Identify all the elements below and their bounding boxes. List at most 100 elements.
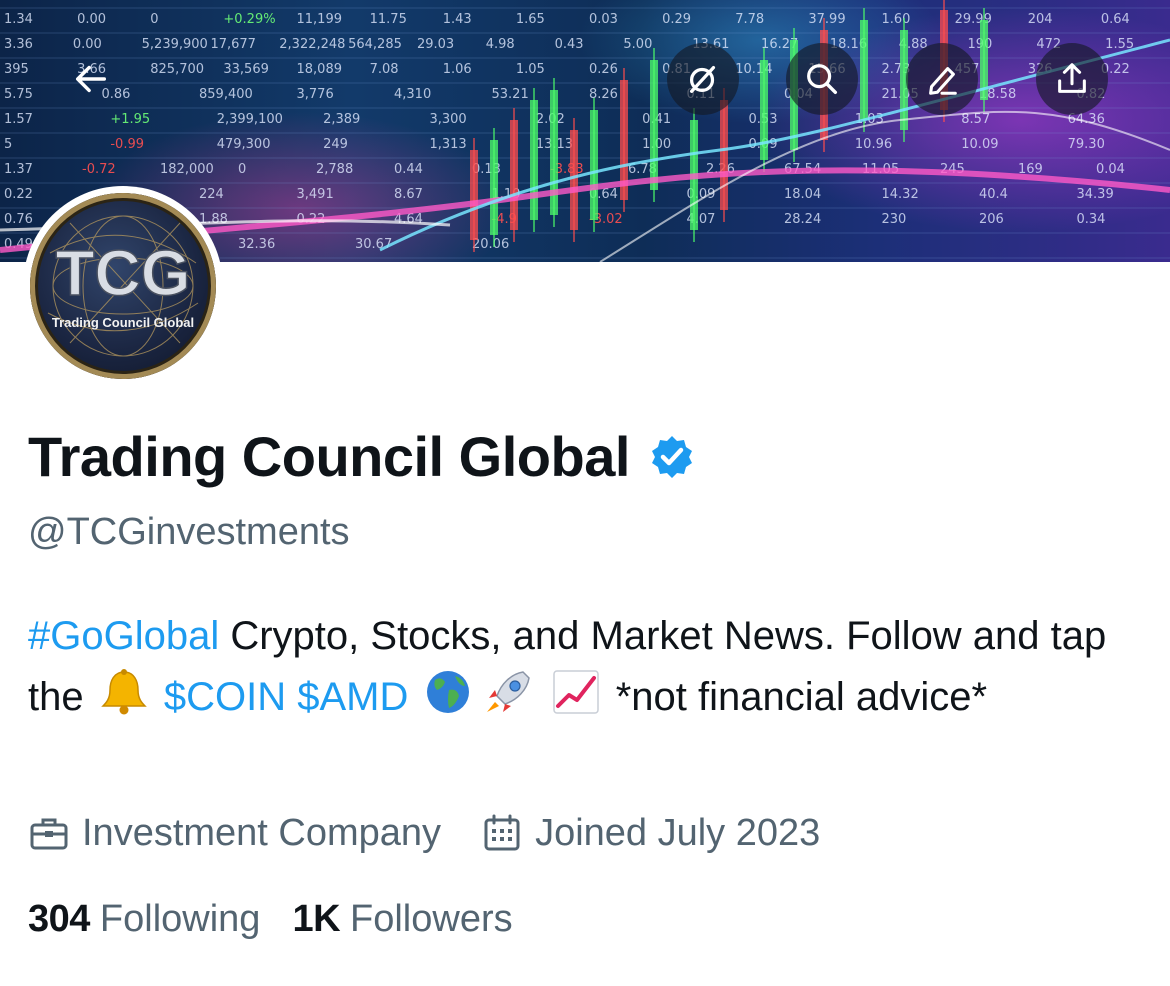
banner-ticker-value: 33,569: [223, 62, 269, 77]
share-icon: [1058, 63, 1086, 93]
banner-ticker-value: 0.03: [589, 12, 618, 27]
chart-increasing-emoji: [549, 668, 603, 716]
edit-icon: [929, 67, 957, 95]
category-label: Investment Company: [82, 812, 442, 854]
banner-ticker-value: 182,000: [160, 162, 214, 177]
profile-bio: #GoGlobal Crypto, Stocks, and Market New…: [28, 606, 1138, 728]
share-button[interactable]: [1036, 43, 1108, 115]
banner-ticker-value: 0.29: [662, 12, 691, 27]
banner-ticker-value: 825,700: [150, 62, 204, 77]
banner-ticker-value: 0.44: [394, 162, 423, 177]
banner-ticker-value: 5: [4, 137, 12, 152]
banner-ticker-value: 18,089: [297, 62, 343, 77]
banner-ticker-value: 204: [1028, 12, 1053, 27]
banner-ticker-value: 0.00: [77, 12, 106, 27]
banner-ticker-value: 0.26: [589, 62, 618, 77]
grok-button[interactable]: [667, 43, 739, 115]
banner-ticker-value: 14.32: [882, 187, 919, 202]
banner-ticker-value: 859,400: [199, 87, 253, 102]
calendar-icon: [484, 814, 520, 850]
banner-ticker-value: 53.21: [492, 87, 529, 102]
banner-ticker-value: 37.99: [808, 12, 845, 27]
banner-ticker-value: 2,389: [323, 112, 360, 127]
banner-ticker-value: 1,313: [429, 137, 466, 152]
banner-ticker-value: 4.98: [486, 37, 515, 52]
edit-button[interactable]: [906, 43, 978, 115]
banner-ticker-value: +1.95: [110, 112, 150, 127]
search-icon: [807, 64, 838, 95]
banner-ticker-value: 79.30: [1068, 137, 1105, 152]
banner-ticker-value: 0.76: [4, 212, 33, 227]
banner-ticker-value: 1.57: [4, 112, 33, 127]
banner-ticker-value: 5,239,900: [142, 37, 208, 52]
logo-subtext: Trading Council Global: [52, 315, 194, 330]
profile-avatar[interactable]: TCG Trading Council Global: [23, 186, 223, 386]
banner-ticker-value: 40.4: [979, 187, 1008, 202]
banner-ticker-value: 11,199: [297, 12, 343, 27]
banner-ticker-value: 7.08: [370, 62, 399, 77]
joined-item: Joined July 2023: [481, 812, 820, 855]
banner-ticker-value: 10.96: [855, 137, 892, 152]
banner-ticker-value: 1.60: [882, 12, 911, 27]
banner-candle: [530, 100, 538, 220]
banner-ticker-value: 3,300: [429, 112, 466, 127]
banner-ticker-value: 1.34: [4, 12, 33, 27]
globe-emoji: [421, 668, 475, 716]
profile-meta: Investment Company Joined July 2023: [28, 812, 860, 855]
banner-ticker-value: 0.43: [555, 37, 584, 52]
verified-badge-icon[interactable]: [648, 433, 696, 481]
banner-ticker-value: 395: [4, 62, 29, 77]
banner-ticker-value: 4,310: [394, 87, 431, 102]
banner-ticker-value: 5.75: [4, 87, 33, 102]
banner-candle: [650, 60, 658, 190]
banner-ticker-value: 479,300: [217, 137, 271, 152]
cashtag-amd-link[interactable]: $AMD: [297, 675, 408, 719]
cashtag-coin-link[interactable]: $COIN: [164, 675, 286, 719]
banner-ticker-value: 1.43: [443, 12, 472, 27]
banner-ticker-value: 30.67: [355, 237, 392, 252]
category-item: Investment Company: [28, 812, 441, 855]
banner-candle: [490, 140, 498, 235]
back-button[interactable]: [55, 43, 127, 115]
banner-ticker-value: 3,491: [297, 187, 334, 202]
briefcase-icon: [30, 818, 68, 849]
search-button[interactable]: [786, 43, 858, 115]
banner-candle: [570, 130, 578, 230]
followers-label: Followers: [350, 898, 513, 940]
banner-ticker-value: 18.04: [784, 187, 821, 202]
banner-ticker-value: 564,285: [348, 37, 402, 52]
banner-ticker-value: 10.09: [961, 137, 998, 152]
banner-candle: [510, 120, 518, 230]
banner-ticker-value: 0.22: [4, 187, 33, 202]
banner-candle: [590, 110, 598, 220]
logo-text: TCG: [55, 237, 190, 309]
banner-ticker-value: 0: [150, 12, 158, 27]
banner-ticker-value: 0.34: [1077, 212, 1106, 227]
following-count: 304: [28, 898, 90, 940]
banner-ticker-value: 0: [238, 162, 246, 177]
banner-ticker-value: 17,677: [210, 37, 256, 52]
banner-ticker-value: 0.64: [1101, 12, 1130, 27]
banner-ticker-value: 11.75: [370, 12, 407, 27]
grok-icon: [689, 65, 716, 93]
avatar-logo: TCG Trading Council Global: [30, 193, 216, 379]
banner-candle: [760, 60, 768, 160]
back-arrow-icon: [75, 65, 107, 93]
follow-stats: 304 Following 1K Followers: [28, 898, 545, 941]
banner-ticker-value: 29.03: [417, 37, 454, 52]
following-link[interactable]: 304 Following: [28, 898, 260, 941]
following-label: Following: [99, 898, 261, 940]
banner-ticker-value: 2,322,248: [279, 37, 345, 52]
followers-link[interactable]: 1K Followers: [292, 898, 512, 941]
globe-logo-icon: TCG Trading Council Global: [47, 215, 199, 357]
banner-candle: [470, 150, 478, 240]
banner-ticker-value: 230: [882, 212, 907, 227]
banner-ticker-value: 7.78: [735, 12, 764, 27]
display-name: Trading Council Global: [28, 425, 630, 488]
banner-candle: [720, 100, 728, 210]
banner-ticker-value: 3,776: [297, 87, 334, 102]
banner-ticker-value: 34.39: [1077, 187, 1114, 202]
banner-ticker-value: 0.04: [1096, 162, 1125, 177]
banner-ticker-value: 1.05: [516, 62, 545, 77]
hashtag-link[interactable]: #GoGlobal: [28, 614, 219, 658]
